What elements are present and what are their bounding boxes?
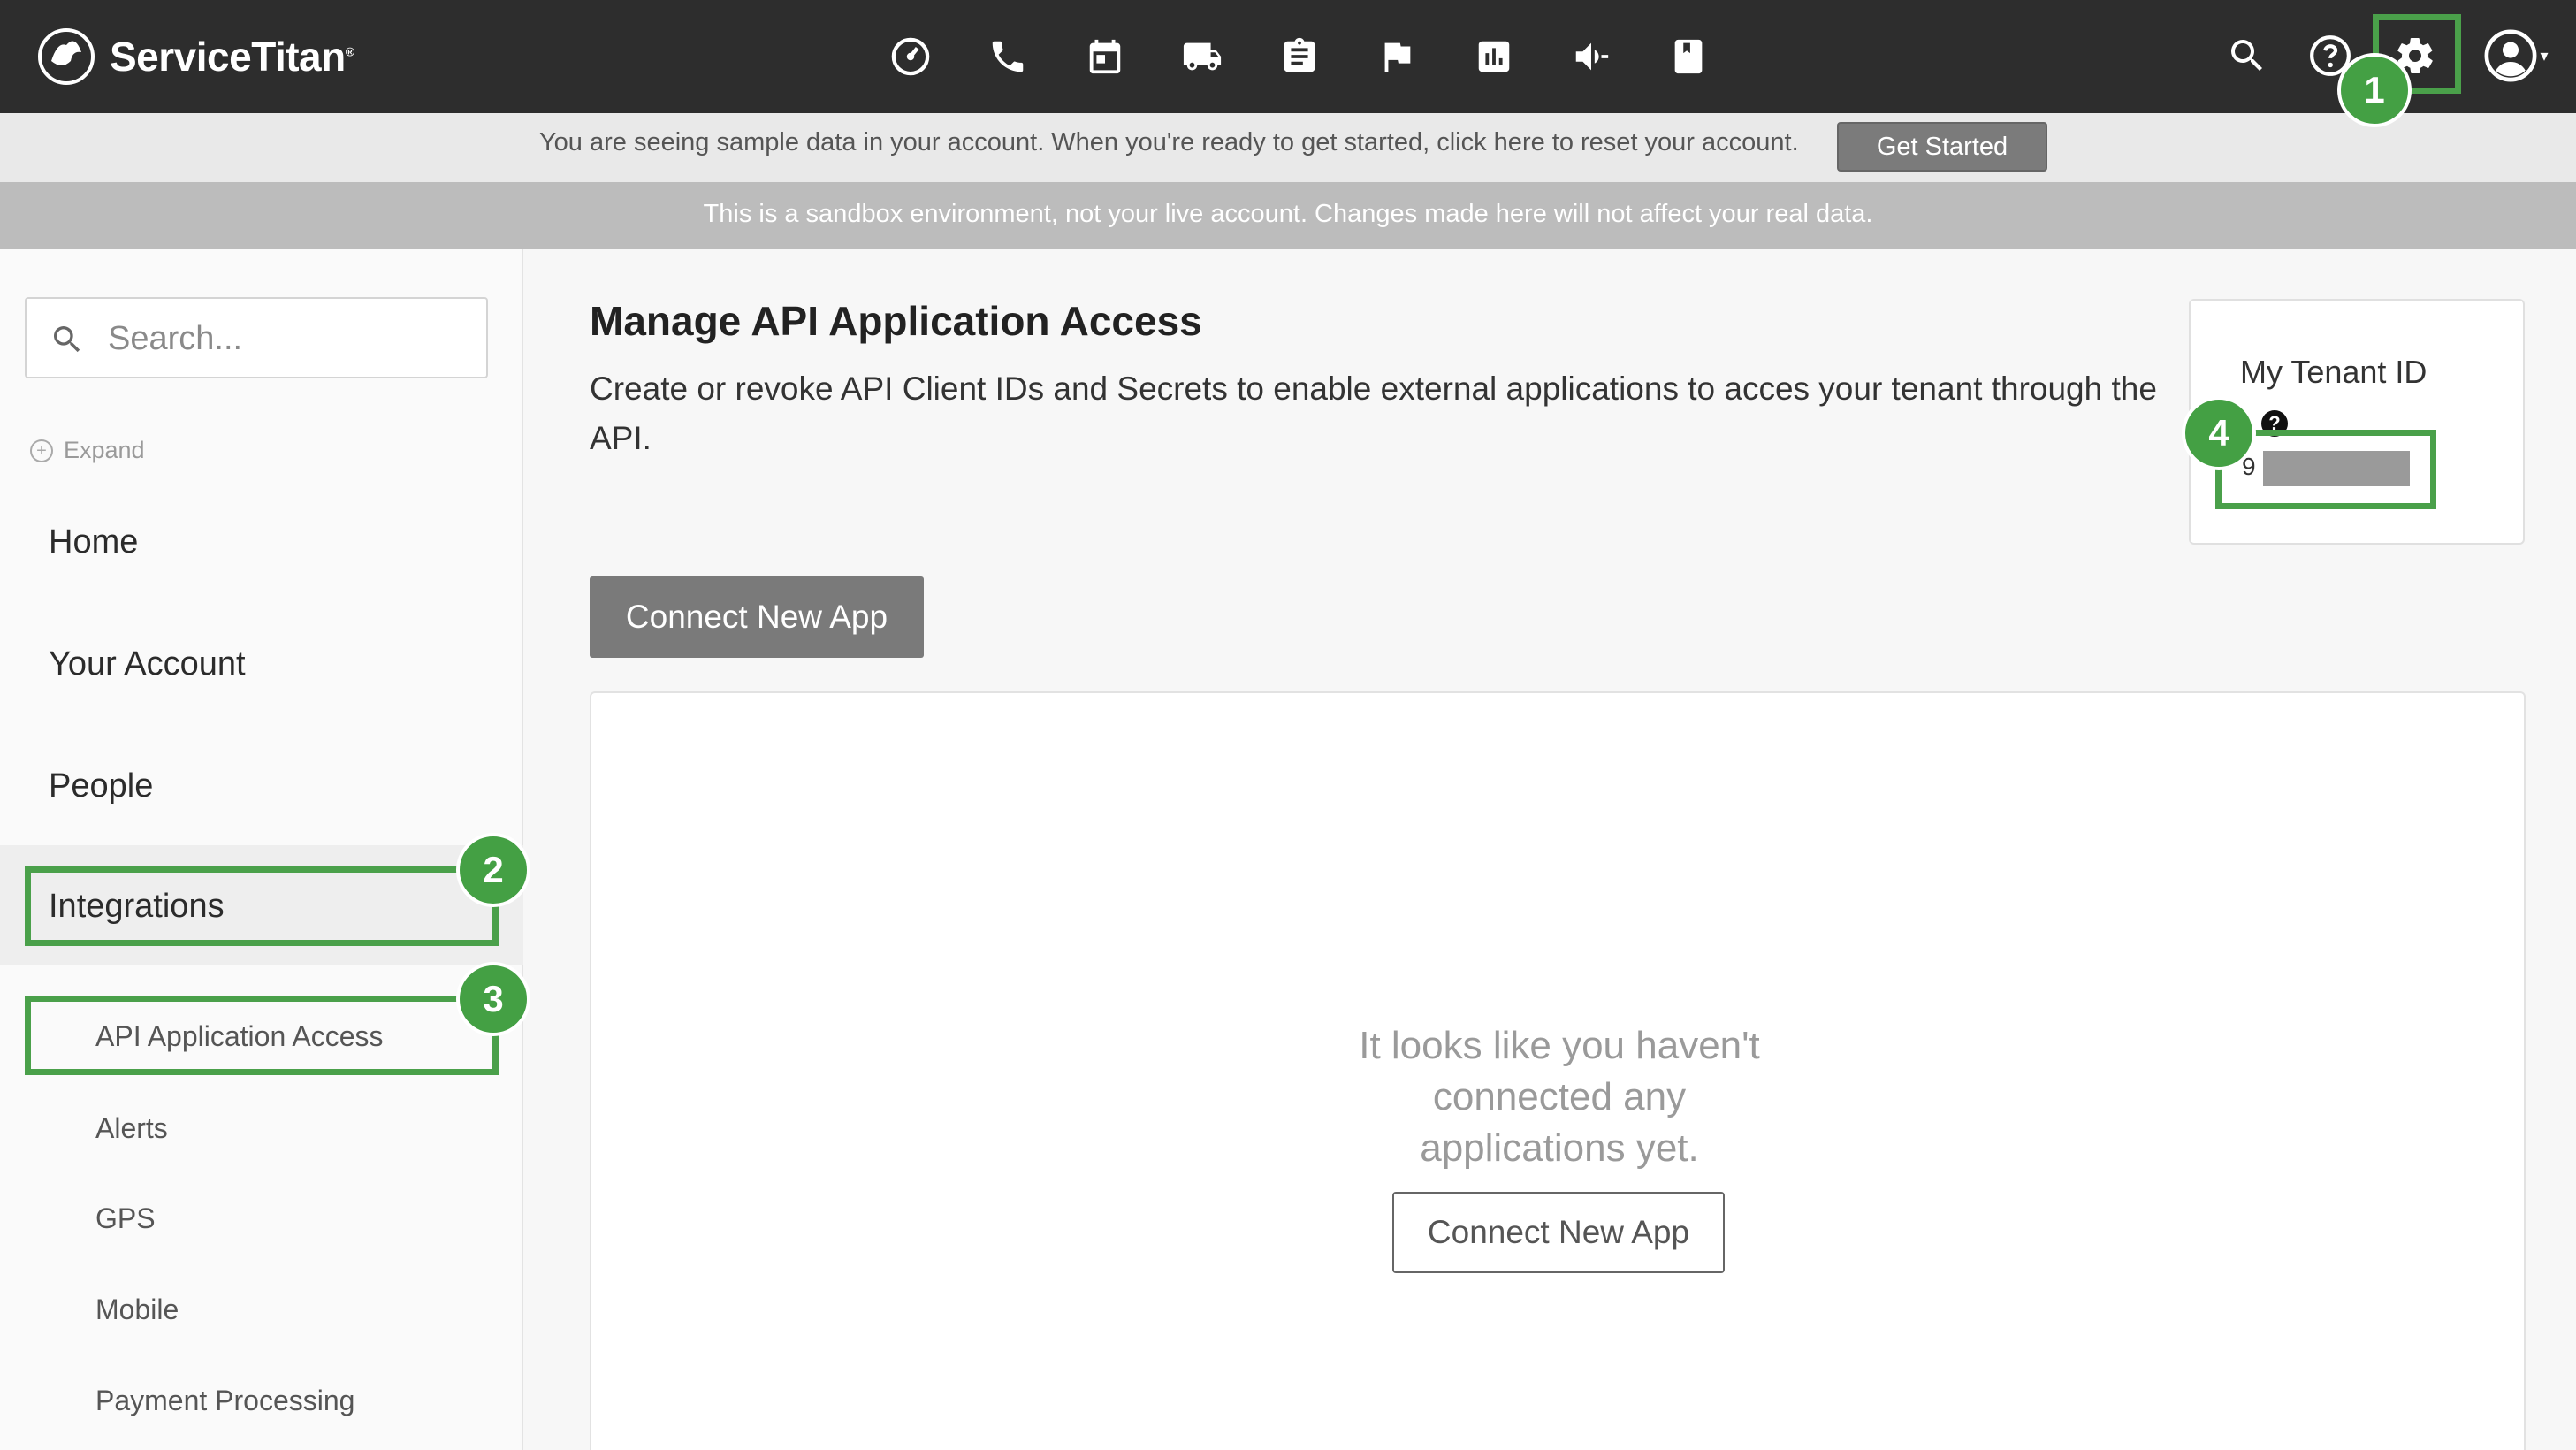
megaphone-icon[interactable]	[1565, 30, 1618, 83]
main-nav-icons	[884, 23, 1715, 90]
connected-apps-panel: It looks like you haven't connected any …	[590, 691, 2526, 1450]
connect-new-app-button[interactable]: Connect New App	[590, 576, 924, 658]
sample-data-message[interactable]: You are seeing sample data in your accou…	[539, 128, 1799, 157]
annotation-badge-4: 4	[2182, 396, 2256, 470]
user-avatar-icon[interactable]: ▾	[2481, 29, 2551, 82]
annotation-badge-1: 1	[2337, 53, 2412, 127]
brand-name: ServiceTitan®	[110, 34, 354, 80]
expand-label: Expand	[64, 437, 145, 463]
sidebar-item-people[interactable]: People	[49, 767, 153, 805]
page-description: Create or revoke API Client IDs and Secr…	[590, 370, 2157, 456]
top-navbar: ServiceTitan® ▾	[0, 0, 2576, 113]
search-icon[interactable]	[2221, 29, 2274, 82]
highlight-api-access	[25, 996, 499, 1075]
titan-logo-icon	[38, 28, 95, 85]
sidebar-subitem-payment-processing[interactable]: Payment Processing	[95, 1385, 354, 1417]
empty-connect-new-app-button[interactable]: Connect New App	[1392, 1192, 1725, 1273]
sidebar-subitem-gps[interactable]: GPS	[95, 1202, 156, 1235]
sidebar-item-your-account[interactable]: Your Account	[49, 645, 246, 683]
servicetitan-logo[interactable]: ServiceTitan®	[35, 18, 354, 95]
book-icon[interactable]	[1662, 30, 1715, 83]
sidebar-search-input[interactable]	[108, 315, 461, 362]
clipboard-icon[interactable]	[1273, 30, 1326, 83]
sidebar-subitem-alerts[interactable]: Alerts	[95, 1112, 168, 1145]
calendar-icon[interactable]	[1078, 30, 1132, 83]
sandbox-message: This is a sandbox environment, not your …	[703, 200, 1873, 228]
dashboard-icon[interactable]	[884, 30, 937, 83]
phone-icon[interactable]	[981, 30, 1034, 83]
flag-icon[interactable]	[1370, 30, 1423, 83]
highlight-integrations	[25, 866, 499, 946]
empty-state-message: It looks like you haven't connected any …	[1359, 1024, 1760, 1170]
settings-sidebar: + Expand Home Your Account People Integr…	[0, 249, 523, 1450]
search-icon	[54, 326, 80, 353]
expand-toggle[interactable]: + Expand	[30, 437, 145, 464]
truck-icon[interactable]	[1176, 30, 1229, 83]
sample-data-banner: You are seeing sample data in your accou…	[0, 113, 2576, 182]
sandbox-banner: This is a sandbox environment, not your …	[0, 182, 2576, 249]
expand-plus-icon: +	[30, 439, 53, 462]
sidebar-subitem-mobile[interactable]: Mobile	[95, 1294, 179, 1326]
sidebar-search[interactable]	[25, 297, 488, 378]
sidebar-item-home[interactable]: Home	[49, 523, 138, 561]
annotation-badge-3: 3	[456, 962, 530, 1036]
page-title: Manage API Application Access	[590, 298, 1202, 344]
chevron-down-icon[interactable]: ▾	[2540, 47, 2548, 65]
get-started-button[interactable]: Get Started	[1837, 122, 2047, 172]
reports-icon[interactable]	[1467, 30, 1520, 83]
annotation-badge-2: 2	[456, 833, 530, 907]
tenant-id-title: My Tenant ID	[2240, 354, 2427, 390]
